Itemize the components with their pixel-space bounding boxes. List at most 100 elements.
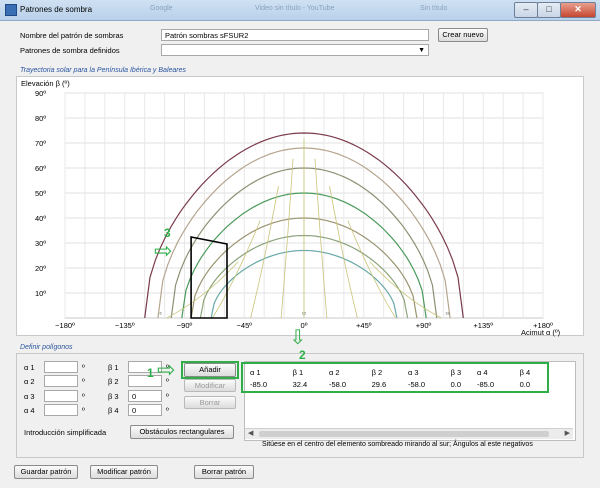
alpha-input[interactable] <box>44 361 78 373</box>
curve-hour-label: 6 <box>159 310 162 315</box>
alpha-input[interactable] <box>44 390 78 402</box>
pattern-name-input[interactable]: Patrón sombras sFSUR2 <box>161 29 429 41</box>
alpha-label: α 3 <box>24 392 35 401</box>
x-tick-label: +135º <box>473 321 493 330</box>
beta-label: β 3 <box>108 392 119 401</box>
obstacle-polygon <box>190 236 228 319</box>
maximize-button[interactable]: □ <box>537 2 561 18</box>
annotation-1: 1 <box>147 366 154 380</box>
y-axis-label: Elevación β (º) <box>21 79 70 88</box>
scroll-thumb[interactable] <box>259 431 549 437</box>
degree-symbol: º <box>166 406 169 415</box>
beta-label: β 2 <box>108 377 119 386</box>
degree-symbol: º <box>82 406 85 415</box>
x-tick-label: +45º <box>356 321 372 330</box>
y-tick-label: 10º <box>35 289 46 298</box>
defined-patterns-select[interactable]: ▼ <box>161 44 429 56</box>
polygon-table: α 1 β 1 α 2 β 2 α 3 β 3 α 4 β 4 -85.0 32… <box>250 366 546 390</box>
degree-symbol: º <box>82 392 85 401</box>
y-tick-label: 20º <box>35 264 46 273</box>
beta-input[interactable]: 0 <box>128 390 162 402</box>
chevron-down-icon: ▼ <box>418 47 425 54</box>
annotation-2: 2 <box>299 348 306 362</box>
rect-obstacles-button[interactable]: Obstáculos rectangulares <box>130 425 234 439</box>
table-header: α 1 <box>250 367 261 377</box>
defined-patterns-label: Patrones de sombra definidos <box>20 46 120 55</box>
table-header-row: α 1 β 1 α 2 β 2 α 3 β 3 α 4 β 4 <box>250 366 546 378</box>
x-tick-label: −90º <box>177 321 193 330</box>
table-cell: 0.0 <box>450 379 462 389</box>
pattern-name-label: Nombre del patrón de sombras <box>20 31 124 40</box>
scroll-right-icon[interactable]: ▶ <box>565 429 570 437</box>
x-tick-label: −135º <box>115 321 135 330</box>
curve-hour-label: 18 <box>445 310 450 315</box>
alpha-input[interactable] <box>44 404 78 416</box>
title-bar: Patrones de sombra Google Video sin títu… <box>0 0 600 21</box>
chart-section-title: Trayectoria solar para la Península Ibér… <box>20 67 187 74</box>
modify-pattern-button[interactable]: Modificar patrón <box>90 465 158 479</box>
table-cell: 0.0 <box>519 379 530 389</box>
alpha-label: α 4 <box>24 406 35 415</box>
table-cell: -85.0 <box>250 379 268 389</box>
table-header: β 1 <box>292 367 304 377</box>
y-tick-label: 80º <box>35 114 46 123</box>
hour-line <box>347 220 396 319</box>
beta-input[interactable]: 0 <box>128 404 162 416</box>
add-button[interactable]: Añadir <box>184 363 236 377</box>
annotation-1-arrow-icon: ⇨ <box>157 357 176 382</box>
x-axis-label: Acimut α (º) <box>521 328 561 337</box>
table-cell: 32.4 <box>292 379 308 389</box>
horizontal-scrollbar[interactable]: ◀ ▶ <box>245 428 573 439</box>
alpha-input[interactable] <box>44 375 78 387</box>
create-new-button[interactable]: Crear nuevo <box>438 28 488 42</box>
x-tick-label: −45º <box>237 321 253 330</box>
x-tick-label: −180º <box>55 321 75 330</box>
table-header: α 2 <box>329 367 340 377</box>
x-tick-label: +90º <box>416 321 432 330</box>
app-icon <box>5 4 17 16</box>
minimize-button[interactable]: – <box>514 2 538 18</box>
table-row[interactable]: -85.0 32.4 -58.0 29.6 -58.0 0.0 -85.0 0.… <box>250 378 546 390</box>
polygon-section-title: Definir polígonos <box>20 344 73 351</box>
window-title: Patrones de sombra <box>20 5 93 14</box>
beta-label: β 4 <box>108 406 119 415</box>
y-tick-label: 60º <box>35 164 46 173</box>
table-header: α 4 <box>476 367 488 377</box>
alpha-label: α 2 <box>24 377 35 386</box>
save-pattern-button[interactable]: Guardar patrón <box>14 465 78 479</box>
close-button[interactable]: ✕ <box>560 2 596 18</box>
y-tick-label: 40º <box>35 214 46 223</box>
beta-label: β 1 <box>108 363 119 372</box>
scroll-left-icon[interactable]: ◀ <box>248 429 253 437</box>
degree-symbol: º <box>166 392 169 401</box>
table-cell: -58.0 <box>408 379 426 389</box>
y-tick-label: 50º <box>35 189 46 198</box>
table-header: β 2 <box>371 367 383 377</box>
alpha-label: α 1 <box>24 363 35 372</box>
y-tick-label: 30º <box>35 239 46 248</box>
y-tick-label: 70º <box>35 139 46 148</box>
degree-symbol: º <box>82 363 85 372</box>
curve-hour-label: 12 <box>302 310 307 315</box>
hour-line <box>212 220 261 319</box>
y-tick-label: 90º <box>35 89 46 98</box>
table-header: β 4 <box>519 367 531 377</box>
simplified-entry-label: Introducción simplificada <box>24 428 107 437</box>
ghost-tab-1: Google <box>150 5 173 12</box>
orientation-hint: Sitúese en el centro del elemento sombre… <box>262 441 533 448</box>
table-cell: 29.6 <box>371 379 387 389</box>
modify-button[interactable]: Modificar <box>184 379 236 392</box>
ghost-tab-3: Sin título <box>420 5 448 12</box>
annotation-2-arrow-icon: ⇨ <box>286 328 309 346</box>
table-cell: -85.0 <box>476 379 495 389</box>
delete-button[interactable]: Borrar <box>184 396 236 409</box>
degree-symbol: º <box>82 377 85 386</box>
chart-panel: 90º 80º 70º 60º 50º 40º 30º 20º 10º −180º −135º −90… <box>16 76 584 337</box>
table-cell: -58.0 <box>329 379 347 389</box>
sun-path-chart: 90º 80º 70º 60º 50º 40º 30º 20º 10º −180º −135º −90… <box>35 89 553 330</box>
table-header: α 3 <box>408 367 419 377</box>
annotation-3-arrow-icon: ⇨ <box>154 238 173 263</box>
delete-pattern-button[interactable]: Borrar patrón <box>194 465 254 479</box>
table-header: β 3 <box>450 367 462 377</box>
ghost-tab-2: Video sin título - YouTube <box>255 5 335 12</box>
